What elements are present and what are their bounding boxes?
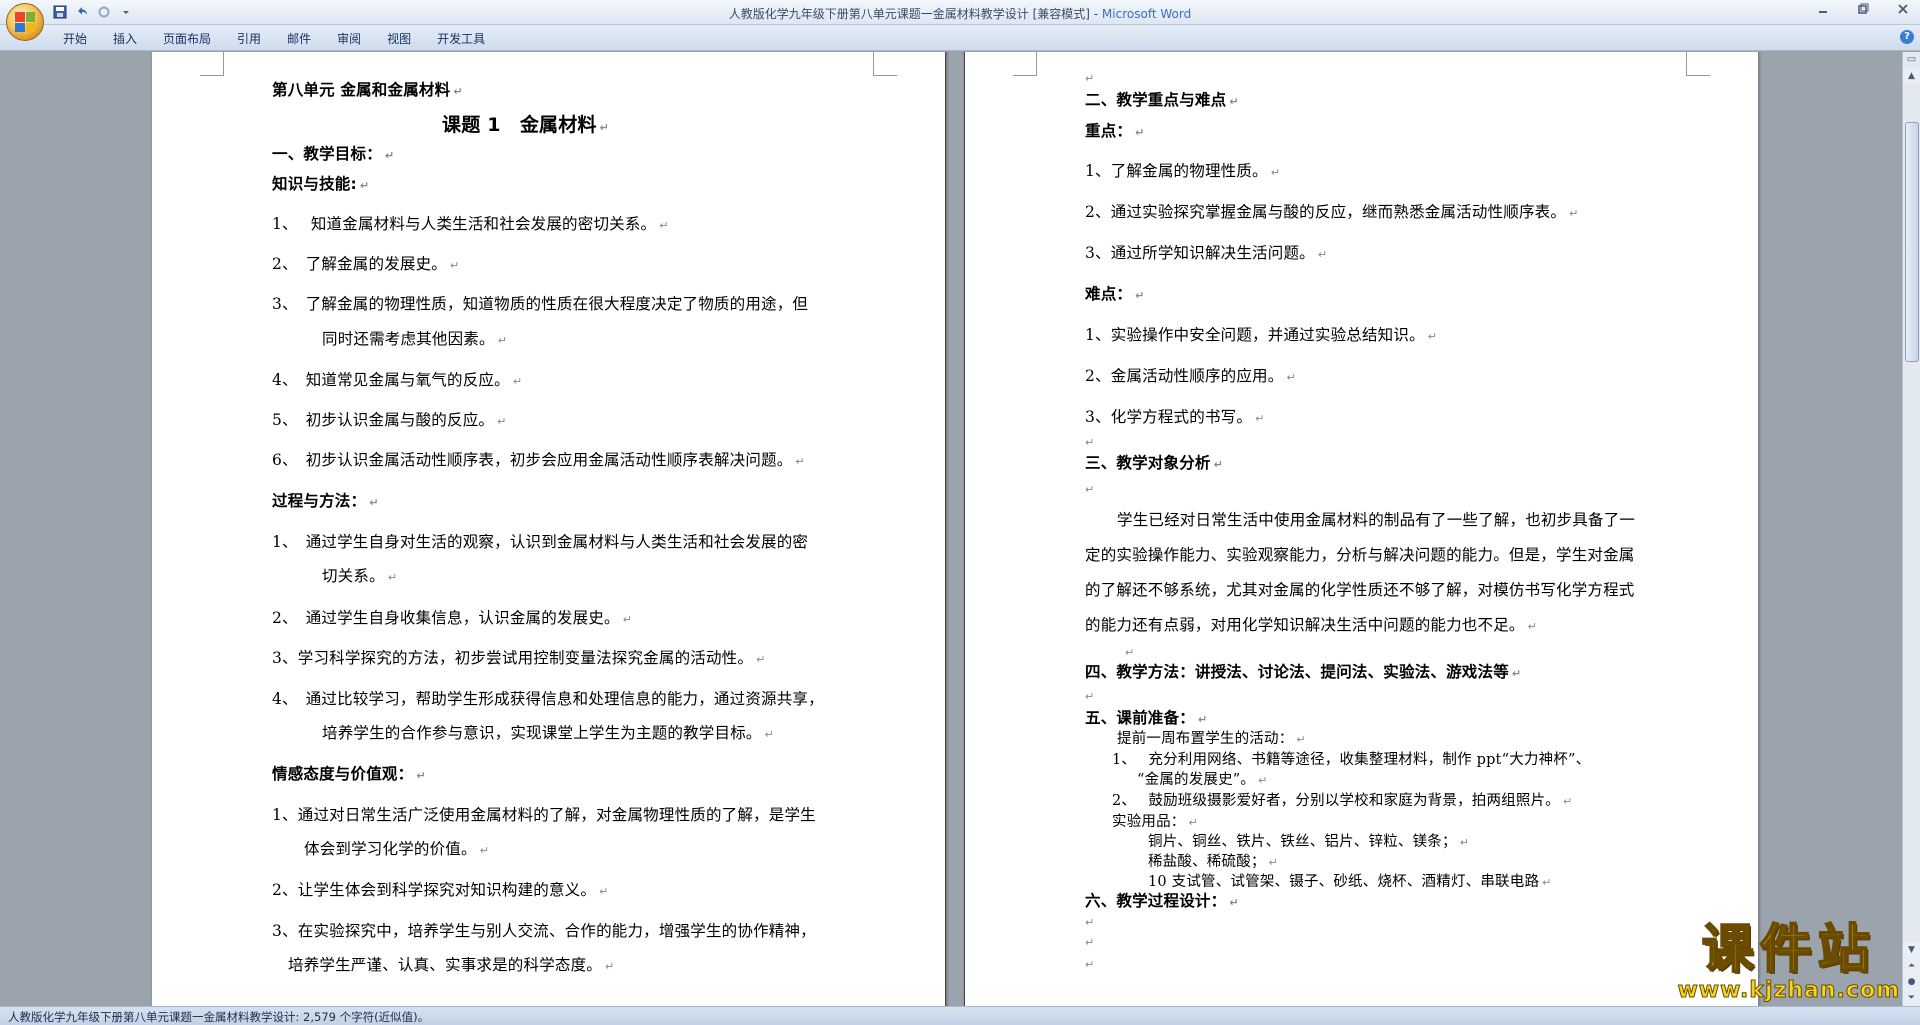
tab-mailings[interactable]: 邮件 bbox=[274, 29, 324, 49]
close-icon[interactable] bbox=[1892, 3, 1914, 19]
unit-heading: 第八单元 金属和金属材料 ↵ bbox=[272, 81, 463, 99]
document-page-left[interactable]: 第八单元 金属和金属材料 ↵ 课题 1 金属材料 ↵ 一、教学目标： ↵ 知识与技能:… bbox=[152, 52, 946, 1006]
list-item: 1、 知道金属材料与人类生活和社会发展的密切关系。 ↵ bbox=[272, 215, 669, 233]
list-item-continuation: 体会到学习化学的价值。 ↵ bbox=[304, 840, 490, 858]
list-item: 4、 知道常见金属与氧气的反应。 ↵ bbox=[272, 371, 523, 389]
window-title: 人教版化学九年级下册第八单元课题一金属材料教学设计 [兼容模式] - Micro… bbox=[0, 5, 1920, 22]
list-item: 1、实验操作中安全问题，并通过实验总结知识。 ↵ bbox=[1085, 326, 1438, 344]
status-text: 人教版化学九年级下册第八单元课题一金属材料教学设计: 2,579 个字符(近似值… bbox=[8, 1010, 430, 1024]
scroll-up-icon[interactable]: ▲ bbox=[1903, 68, 1920, 84]
list-item: 3、通过所学知识解决生活问题。 ↵ bbox=[1085, 244, 1328, 262]
paragraph-mark: ↵ bbox=[1085, 72, 1095, 85]
watermark-logo: 课件站 bbox=[1701, 920, 1876, 980]
subsection-heading: 难点： ↵ bbox=[1085, 285, 1145, 303]
title-bar: 人教版化学九年级下册第八单元课题一金属材料教学设计 [兼容模式] - Micro… bbox=[0, 0, 1920, 25]
list-item-continuation: 培养学生的合作参与意识，实现课堂上学生为主题的教学目标。 ↵ bbox=[322, 724, 775, 742]
section-heading: 六、教学过程设计： ↵ bbox=[1085, 892, 1239, 910]
paragraph-mark: ↵ bbox=[1085, 936, 1095, 949]
list-item: 2、 鼓励班级摄影爱好者，分别以学校和家庭为背景，拍两组照片。 ↵ bbox=[1112, 793, 1573, 809]
document-workspace[interactable]: 第八单元 金属和金属材料 ↵ 课题 1 金属材料 ↵ 一、教学目标： ↵ 知识与技能:… bbox=[0, 52, 1902, 1006]
crop-mark bbox=[1013, 52, 1037, 76]
paragraph-line: 学生已经对日常生活中使用金属材料的制品有了一些了解，也初步具备了一 bbox=[1117, 511, 1636, 529]
next-page-icon[interactable]: ⏷ bbox=[1903, 990, 1920, 1006]
list-item: 3、 了解金属的物理性质，知道物质的性质在很大程度决定了物质的用途，但 bbox=[272, 295, 809, 313]
section-heading: 四、教学方法：讲授法、讨论法、提问法、实验法、游戏法等 ↵ bbox=[1085, 663, 1522, 681]
tab-insert[interactable]: 插入 bbox=[100, 29, 150, 49]
app-name: Microsoft Word bbox=[1101, 7, 1192, 21]
list-item: 2、通过实验探究掌握金属与酸的反应，继而熟悉金属活动性顺序表。 ↵ bbox=[1085, 203, 1579, 221]
crop-mark bbox=[200, 52, 224, 76]
crop-mark bbox=[873, 52, 897, 76]
section-heading: 二、教学重点与难点 ↵ bbox=[1085, 91, 1239, 109]
list-item: 2、让学生体会到科学探究对知识构建的意义。 ↵ bbox=[272, 881, 609, 899]
list-item: 稀盐酸、稀硫酸； ↵ bbox=[1148, 854, 1279, 870]
list-item: 1、了解金属的物理性质。 ↵ bbox=[1085, 162, 1281, 180]
help-icon[interactable]: ? bbox=[1900, 30, 1914, 44]
window-controls bbox=[1812, 3, 1914, 19]
tab-page-layout[interactable]: 页面布局 bbox=[150, 29, 224, 49]
list-item: 3、在实验探究中，培养学生与别人交流、合作的能力，增强学生的协作精神， bbox=[272, 922, 816, 940]
document-title: 人教版化学九年级下册第八单元课题一金属材料教学设计 [兼容模式] - bbox=[728, 7, 1102, 21]
ribbon: 开始 插入 页面布局 引用 邮件 审阅 视图 开发工具 ? bbox=[0, 25, 1920, 51]
paragraph-mark: ↵ bbox=[1085, 958, 1095, 971]
list-item: 铜片、铜丝、铁片、铁丝、铝片、锌粒、镁条； ↵ bbox=[1148, 834, 1470, 850]
vertical-scrollbar[interactable]: ▭ ▲ ▼ ⏶ ● ⏷ bbox=[1902, 52, 1920, 1006]
list-item: 2、金属活动性顺序的应用。 ↵ bbox=[1085, 367, 1296, 385]
list-item-continuation: 同时还需考虑其他因素。 ↵ bbox=[322, 330, 508, 348]
crop-mark bbox=[1686, 52, 1710, 76]
list-item: 4、 通过比较学习，帮助学生形成获得信息和处理信息的能力，通过资源共享， bbox=[272, 690, 824, 708]
tab-references[interactable]: 引用 bbox=[224, 29, 274, 49]
previous-page-icon[interactable]: ⏶ bbox=[1903, 958, 1920, 974]
tab-home[interactable]: 开始 bbox=[50, 29, 100, 49]
section-heading: 一、教学目标： ↵ bbox=[272, 145, 395, 163]
tab-developer[interactable]: 开发工具 bbox=[424, 29, 498, 49]
list-item: 2、 了解金属的发展史。 ↵ bbox=[272, 255, 460, 273]
subsection-heading: 过程与方法： ↵ bbox=[272, 492, 379, 510]
list-item: 1、 通过学生自身对生活的观察，认识到金属材料与人类生活和社会发展的密 bbox=[272, 533, 809, 551]
paragraph-mark: ↵ bbox=[1085, 483, 1095, 496]
section-heading: 三、教学对象分析 ↵ bbox=[1085, 454, 1224, 472]
subsection-heading: 重点： ↵ bbox=[1085, 122, 1145, 140]
site-watermark: 课件站 www.kjzhan.com bbox=[1677, 920, 1900, 1004]
subsection-heading: 情感态度与价值观： ↵ bbox=[272, 765, 426, 783]
section-heading: 五、课前准备： ↵ bbox=[1085, 709, 1208, 727]
watermark-url: www.kjzhan.com bbox=[1677, 978, 1900, 1004]
restore-icon[interactable] bbox=[1852, 3, 1874, 19]
list-item: 5、 初步认识金属与酸的反应。 ↵ bbox=[272, 411, 507, 429]
scroll-down-icon[interactable]: ▼ bbox=[1903, 942, 1920, 958]
list-item: 6、 初步认识金属活动性顺序表，初步会应用金属活动性顺序表解决问题。 ↵ bbox=[272, 451, 805, 469]
ribbon-tabs: 开始 插入 页面布局 引用 邮件 审阅 视图 开发工具 bbox=[50, 29, 498, 49]
lesson-title: 课题 1 金属材料 ↵ bbox=[442, 114, 610, 136]
list-item-continuation: “金属的发展史”。 ↵ bbox=[1137, 772, 1268, 788]
paragraph-line: 的了解还不够系统，尤其对金属的化学性质还不够了解，对模仿书写化学方程式 bbox=[1085, 581, 1635, 599]
paragraph-mark: ↵ bbox=[1085, 690, 1095, 703]
list-item: 3、化学方程式的书写。 ↵ bbox=[1085, 408, 1265, 426]
paragraph-line: 的能力还有点弱，对用化学知识解决生活中问题的能力也不足。 ↵ bbox=[1085, 616, 1538, 634]
list-item-continuation: 切关系。 ↵ bbox=[322, 567, 398, 585]
paragraph-line: 定的实验操作能力、实验观察能力，分析与解决问题的能力。但是，学生对金属 bbox=[1085, 546, 1635, 564]
office-logo-icon bbox=[15, 12, 35, 32]
subsection-heading: 实验用品： ↵ bbox=[1112, 814, 1198, 830]
list-item: 1、通过对日常生活广泛使用金属材料的了解，对金属物理性质的了解，是学生 bbox=[272, 806, 816, 824]
paragraph-mark: ↵ bbox=[1125, 646, 1135, 659]
minimize-icon[interactable] bbox=[1812, 3, 1834, 19]
tab-review[interactable]: 审阅 bbox=[324, 29, 374, 49]
list-item-continuation: 培养学生严谨、认真、实事求是的科学态度。 ↵ bbox=[288, 956, 615, 974]
scrollbar-thumb[interactable] bbox=[1905, 122, 1919, 362]
list-item: 1、 充分利用网络、书籍等途径，收集整理材料，制作 ppt“大力神杯”、 bbox=[1112, 752, 1591, 768]
document-page-right[interactable]: ↵ 二、教学重点与难点 ↵ 重点： ↵ 1、了解金属的物理性质。 ↵ 2、通过实验探究… bbox=[964, 52, 1758, 1006]
paragraph-mark: ↵ bbox=[1085, 916, 1095, 929]
subsection-heading: 知识与技能: ↵ bbox=[272, 175, 370, 193]
ruler-toggle-icon[interactable]: ▭ bbox=[1903, 52, 1920, 68]
office-button[interactable] bbox=[6, 3, 44, 41]
list-item: 2、 通过学生自身收集信息，认识金属的发展史。 ↵ bbox=[272, 609, 633, 627]
paragraph-line: 提前一周布置学生的活动： ↵ bbox=[1117, 731, 1306, 747]
list-item: 3、学习科学探究的方法，初步尝试用控制变量法探究金属的活动性。 ↵ bbox=[272, 649, 766, 667]
scroll-bottom-controls: ▼ ⏶ ● ⏷ bbox=[1903, 942, 1920, 1006]
list-item: 10 支试管、试管架、镊子、砂纸、烧杯、酒精灯、串联电路 ↵ bbox=[1148, 874, 1552, 890]
status-bar: 人教版化学九年级下册第八单元课题一金属材料教学设计: 2,579 个字符(近似值… bbox=[0, 1006, 1920, 1025]
tab-view[interactable]: 视图 bbox=[374, 29, 424, 49]
paragraph-mark: ↵ bbox=[1085, 436, 1095, 449]
browse-object-icon[interactable]: ● bbox=[1903, 974, 1920, 990]
